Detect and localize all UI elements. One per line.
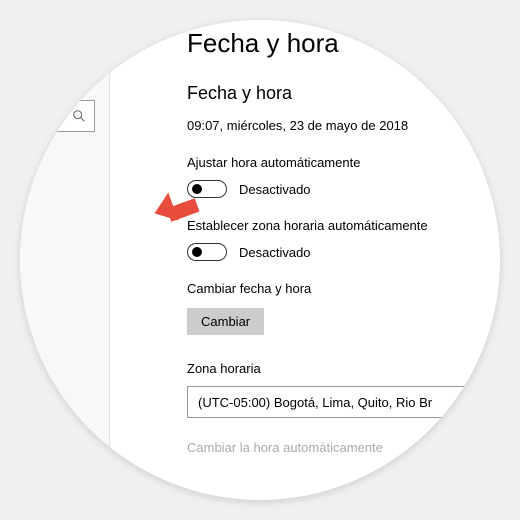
auto-time-label: Ajustar hora automáticamente xyxy=(187,155,500,170)
search-input[interactable] xyxy=(20,100,95,132)
sidebar xyxy=(20,50,110,500)
auto-time-state: Desactivado xyxy=(239,182,311,197)
section-title: Fecha y hora xyxy=(187,83,500,104)
timezone-label: Zona horaria xyxy=(187,361,500,376)
auto-timezone-state: Desactivado xyxy=(239,245,311,260)
search-icon xyxy=(72,109,86,123)
toggle-knob xyxy=(192,247,202,257)
main-content: Fecha y hora Fecha y hora 09:07, miércol… xyxy=(125,20,500,475)
pointer-arrow-annotation xyxy=(154,195,198,225)
timezone-selected: (UTC-05:00) Bogotá, Lima, Quito, Rio Br xyxy=(198,395,432,410)
timezone-dropdown[interactable]: (UTC-05:00) Bogotá, Lima, Quito, Rio Br xyxy=(187,386,477,418)
auto-timezone-toggle[interactable] xyxy=(187,243,227,261)
change-button[interactable]: Cambiar xyxy=(187,308,264,335)
change-datetime-label: Cambiar fecha y hora xyxy=(187,281,500,296)
page-title: Fecha y hora xyxy=(187,28,500,59)
auto-dst-label: Cambiar la hora automáticamente xyxy=(187,440,500,455)
toggle-knob xyxy=(192,184,202,194)
auto-timezone-label: Establecer zona horaria automáticamente xyxy=(187,218,500,233)
current-datetime: 09:07, miércoles, 23 de mayo de 2018 xyxy=(187,118,500,133)
